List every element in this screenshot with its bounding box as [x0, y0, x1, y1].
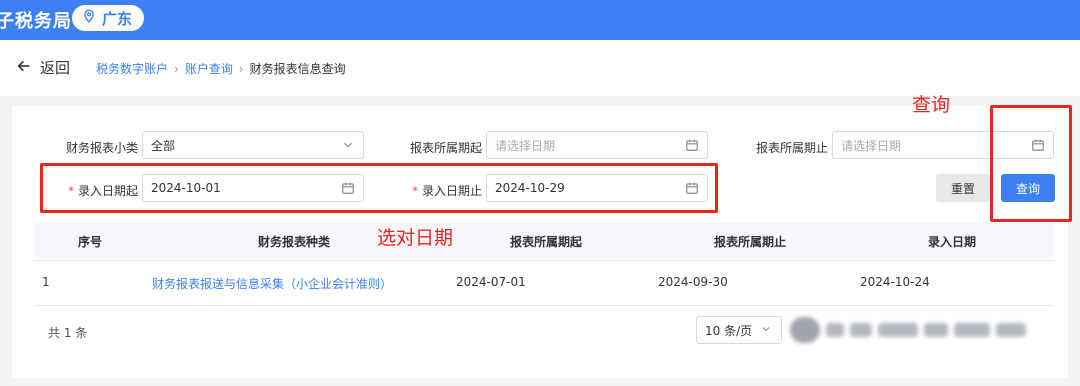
- breadcrumb: 税务数字账户 › 账户查询 › 财务报表信息查询: [96, 60, 346, 77]
- top-header: 子税务局 广东: [0, 0, 1080, 40]
- page-size-value: 10 条/页: [705, 323, 753, 338]
- site-title: 子税务局: [0, 11, 72, 32]
- period-end-label: 报表所属期止: [755, 141, 828, 155]
- calendar-icon: [685, 138, 699, 152]
- period-start-date-input[interactable]: 请选择日期: [486, 131, 708, 159]
- region-label: 广东: [102, 9, 133, 28]
- cell-report-type-link[interactable]: 财务报表报送与信息采集（小企业会计准则）: [152, 275, 392, 292]
- cell-period-end: 2024-09-30: [658, 275, 728, 289]
- column-header-period-start: 报表所属期起: [510, 235, 583, 249]
- breadcrumb-bar: 返回 税务数字账户 › 账户查询 › 财务报表信息查询: [0, 40, 1080, 96]
- page-size-select[interactable]: 10 条/页: [696, 316, 782, 344]
- breadcrumb-item-account-query[interactable]: 账户查询: [185, 60, 233, 77]
- back-label: 返回: [40, 59, 71, 77]
- reset-button[interactable]: 重置: [936, 174, 990, 202]
- arrow-left-icon: [16, 58, 32, 78]
- column-header-period-end: 报表所属期止: [714, 235, 787, 249]
- total-count: 共 1 条: [48, 326, 88, 340]
- breadcrumb-item-digital-account[interactable]: 税务数字账户: [96, 60, 168, 77]
- chevron-down-icon: [760, 323, 772, 338]
- period-start-label: 报表所属期起: [409, 141, 482, 155]
- category-label: 财务报表小类: [65, 141, 138, 155]
- chevron-down-icon: [341, 138, 355, 152]
- breadcrumb-item-current: 财务报表信息查询: [249, 62, 346, 76]
- annotation-query-box: [990, 105, 1072, 222]
- back-button[interactable]: 返回: [16, 57, 70, 78]
- chevron-right-icon: ›: [174, 61, 179, 76]
- period-start-placeholder: 请选择日期: [495, 138, 556, 153]
- annotation-date-note: 选对日期: [377, 227, 454, 249]
- region-selector[interactable]: 广东: [72, 5, 145, 31]
- annotation-date-box: [40, 163, 718, 213]
- annotation-query-note: 查询: [912, 94, 951, 116]
- wechat-icon: [790, 317, 820, 343]
- cell-index: 1: [42, 275, 50, 289]
- column-header-entry-date: 录入日期: [928, 235, 977, 249]
- location-pin-icon: [82, 9, 96, 27]
- column-header-index: 序号: [78, 235, 103, 249]
- blurred-watermark: [790, 310, 1052, 350]
- column-header-report-type: 财务报表种类: [258, 235, 331, 249]
- query-panel: 财务报表小类 全部 报表所属期起 请选择日期 报表所属期止 请选择日期 * 录入日…: [12, 106, 1068, 378]
- cell-entry-date: 2024-10-24: [860, 275, 930, 289]
- chevron-right-icon: ›: [238, 61, 244, 76]
- cell-period-start: 2024-07-01: [456, 275, 526, 289]
- table-header: 序号 财务报表种类 报表所属期起 报表所属期止 录入日期: [34, 223, 1054, 259]
- category-select[interactable]: 全部: [142, 131, 364, 159]
- category-value: 全部: [151, 138, 176, 153]
- table-row: 1 财务报表报送与信息采集（小企业会计准则） 2024-07-01 2024-0…: [34, 260, 1054, 306]
